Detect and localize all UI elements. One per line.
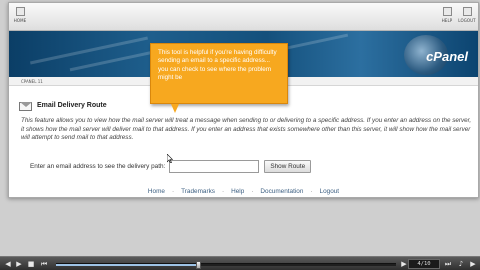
footer-link-logout[interactable]: Logout [320, 188, 340, 195]
help-label: HELP [441, 18, 453, 23]
show-route-button[interactable]: Show Route [264, 160, 312, 173]
footer-separator: · [310, 188, 313, 195]
cpanel-logo: cPanel [426, 49, 468, 64]
footer-separator: · [221, 188, 225, 195]
footer-link-trademarks[interactable]: Trademarks [181, 188, 215, 195]
stop-icon[interactable]: ■ [26, 259, 36, 269]
top-nav: HOME HELP LOGOUT [9, 3, 478, 31]
banner-decoration [29, 36, 149, 65]
help-button[interactable]: HELP [436, 7, 458, 23]
footer-separator: · [251, 188, 254, 195]
seek-handle[interactable] [195, 261, 201, 269]
logout-button[interactable]: LOGOUT [456, 7, 478, 23]
home-button[interactable]: HOME [9, 7, 31, 23]
previous-slide-icon[interactable]: ⏮ [39, 259, 49, 269]
breadcrumb[interactable]: CPANEL 11 [21, 79, 43, 84]
email-field-label: Enter an email address to see the delive… [30, 163, 166, 170]
footer-link-help[interactable]: Help [231, 188, 244, 195]
mouse-cursor-icon [167, 154, 173, 163]
volume-icon[interactable]: ♪ [456, 259, 466, 269]
callout-pointer [171, 104, 179, 113]
home-label: HOME [13, 18, 27, 23]
play-icon[interactable]: ▶ [14, 259, 24, 269]
footer-link-documentation[interactable]: Documentation [260, 188, 303, 195]
logout-icon [462, 7, 472, 16]
callout-text: This tool is helpful if you're having di… [158, 49, 277, 82]
video-player-bar: ◀ ▶ ■ ⏮ ▶ 4/10 ⏭ ♪ ▶ [0, 256, 480, 270]
next-slide-icon[interactable]: ⏭ [443, 259, 453, 269]
tutorial-callout: This tool is helpful if you're having di… [150, 43, 288, 104]
footer-separator: · [171, 188, 175, 195]
seek-bar[interactable] [56, 261, 396, 269]
logout-label: LOGOUT [458, 18, 476, 23]
footer-link-home[interactable]: Home [148, 188, 165, 195]
screen: HOME HELP LOGOUT cPanel CPANEL 11 Email … [0, 0, 480, 270]
rewind-icon[interactable]: ◀ [3, 259, 13, 269]
email-field[interactable] [169, 160, 260, 173]
home-icon [15, 7, 25, 16]
feature-description: This feature allows you to view how the … [21, 117, 472, 141]
footer-links: Home · Trademarks · Help · Documentation… [9, 188, 478, 195]
page-title-text: Email Delivery Route [37, 101, 107, 109]
end-icon[interactable]: ▶ [468, 259, 478, 269]
help-icon [442, 7, 452, 16]
slide-counter: 4/10 [408, 259, 440, 269]
browser-window: HOME HELP LOGOUT cPanel CPANEL 11 Email … [8, 2, 479, 198]
page-title: Email Delivery Route [19, 98, 107, 112]
envelope-icon [19, 98, 33, 112]
seek-progress [56, 264, 199, 266]
